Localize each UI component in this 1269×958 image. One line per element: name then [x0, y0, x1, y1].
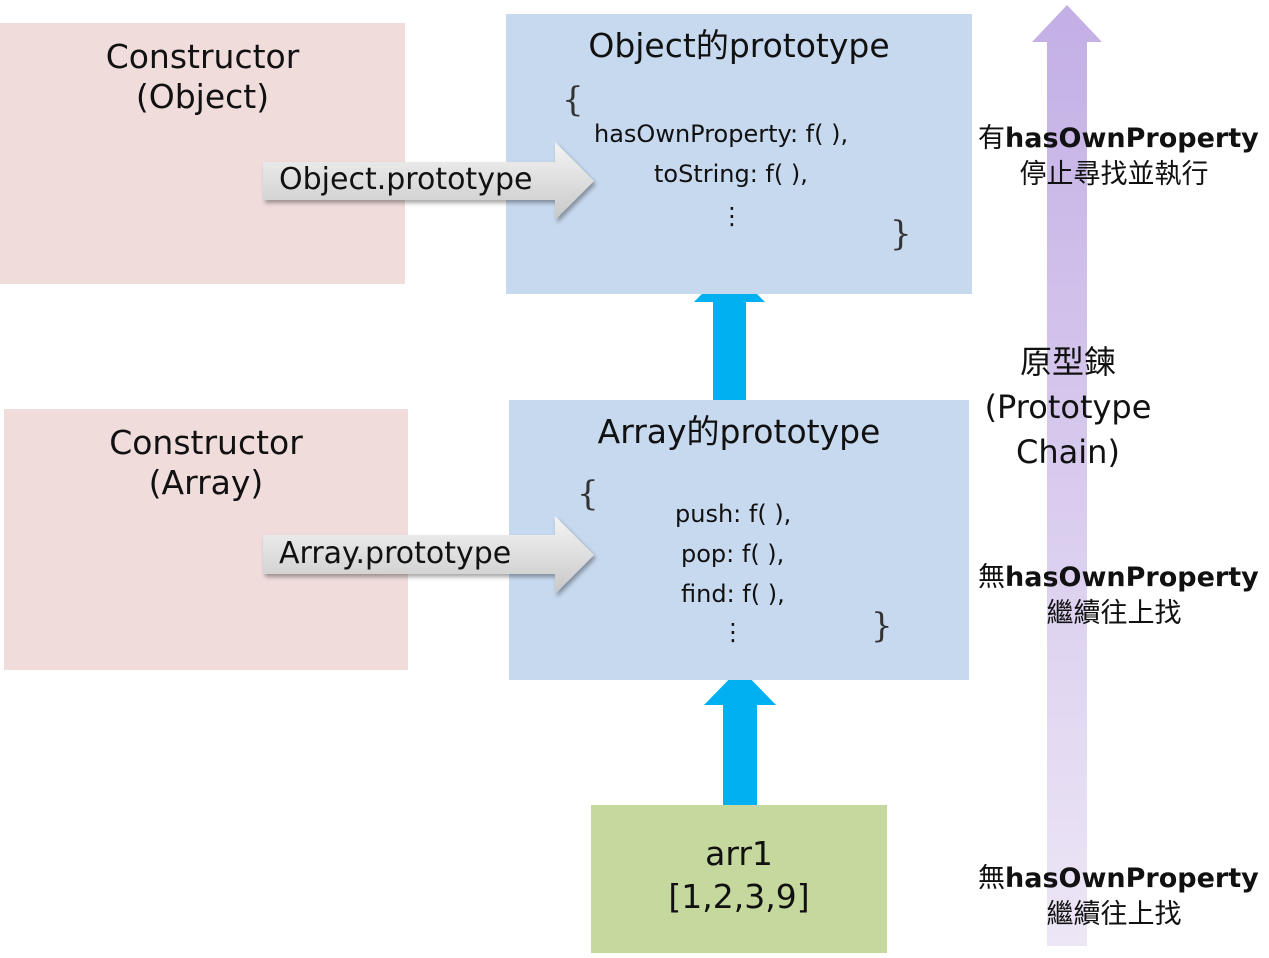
array-prototype-box: Array的prototype { push: f( ), pop: f( ),… — [509, 400, 969, 680]
object-prototype-box: Object的prototype { hasOwnProperty: f( ),… — [506, 14, 972, 294]
array-prototype-prop-pop: pop: f( ), — [681, 540, 785, 568]
chain-top-note-prefix: 有 — [978, 123, 1005, 154]
chain-title-line2: (Prototype — [984, 387, 1152, 426]
chain-bottom-note-keyword: hasOwnProperty — [1005, 863, 1259, 894]
constructor-object-line1: Constructor — [105, 37, 300, 76]
chain-title: 原型鍊 (Prototype Chain) — [968, 340, 1168, 474]
instance-name: arr1 — [705, 834, 773, 873]
array-prototype-title: Array的prototype — [597, 412, 881, 451]
array-prototype-ellipsis: ⋮ — [721, 618, 745, 646]
constructor-object-line2: (Object) — [135, 76, 270, 116]
chain-title-line1: 原型鍊 — [1019, 343, 1116, 381]
array-prototype-link-label: Array.prototype — [279, 536, 512, 571]
object-prototype-title: Object的prototype — [588, 26, 890, 65]
instance-arr1-box: arr1 [1,2,3,9] — [591, 805, 887, 953]
chain-bottom-note: 無hasOwnProperty 繼續往上找 — [978, 861, 1259, 934]
up-arrow-arr1-to-array — [704, 668, 776, 810]
object-prototype-ellipsis: ⋮ — [720, 202, 744, 230]
constructor-object-box: Constructor (Object) — [0, 23, 405, 284]
constructor-array-line1: Constructor — [109, 423, 303, 462]
chain-top-note-line2: 停止尋找並執行 — [1019, 159, 1209, 191]
array-prototype-prop-find: find: f( ), — [681, 580, 785, 608]
object-prototype-close-brace: } — [890, 214, 912, 254]
object-prototype-prop-tostring: toString: f( ), — [654, 160, 808, 188]
chain-mid-note: 無hasOwnProperty 繼續往上找 — [978, 560, 1259, 633]
instance-value: [1,2,3,9] — [668, 876, 810, 916]
array-prototype-open-brace: { — [577, 474, 599, 514]
chain-top-note-keyword: hasOwnProperty — [1005, 123, 1259, 154]
object-prototype-open-brace: { — [562, 80, 584, 120]
chain-mid-note-prefix: 無 — [978, 562, 1005, 593]
object-prototype-prop-hasownproperty: hasOwnProperty: f( ), — [594, 120, 849, 148]
array-prototype-prop-push: push: f( ), — [675, 500, 792, 528]
chain-bottom-note-prefix: 無 — [978, 863, 1005, 894]
chain-mid-note-line2: 繼續往上找 — [1046, 598, 1182, 630]
chain-mid-note-keyword: hasOwnProperty — [1005, 562, 1259, 593]
chain-bottom-note-line2: 繼續往上找 — [1046, 899, 1182, 931]
object-prototype-link-label: Object.prototype — [279, 162, 533, 197]
chain-title-line3: Chain) — [1016, 432, 1120, 471]
constructor-array-line2: (Array) — [148, 462, 264, 502]
chain-top-note: 有hasOwnProperty 停止尋找並執行 — [978, 121, 1259, 194]
array-prototype-close-brace: } — [871, 606, 893, 646]
